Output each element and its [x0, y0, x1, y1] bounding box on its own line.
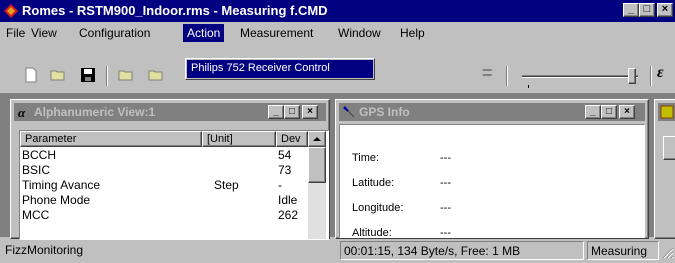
- toolbar-epsilon-icon[interactable]: ε: [657, 64, 664, 82]
- gps-maximize-button[interactable]: □: [601, 105, 617, 119]
- gps-longitude-value: ---: [440, 202, 451, 214]
- toolbar-separator: [506, 66, 508, 86]
- gps-minimize-button[interactable]: _: [585, 105, 601, 119]
- column-header-dev[interactable]: Dev: [276, 131, 308, 147]
- zoom-slider[interactable]: [520, 65, 642, 88]
- gps-info-window[interactable]: GPS Info _ □ × Time: --- Latitude: --- L…: [335, 99, 649, 239]
- menu-window[interactable]: Window: [338, 26, 381, 40]
- menu-view[interactable]: View: [31, 26, 57, 40]
- gps-longitude-label: Longitude:: [352, 202, 404, 214]
- toolbar-equals-icon[interactable]: =: [482, 63, 493, 84]
- menu-help[interactable]: Help: [400, 26, 425, 40]
- satellite-icon: [343, 106, 355, 118]
- open-workspace-icon[interactable]: [148, 67, 164, 83]
- toolbar-separator: [106, 66, 108, 86]
- alpha-view-icon: α: [18, 105, 26, 119]
- toolbar-separator: [650, 66, 652, 86]
- column-header-parameter[interactable]: Parameter: [20, 131, 202, 147]
- gps-time-value: ---: [440, 152, 451, 164]
- open-config-icon[interactable]: [118, 67, 134, 83]
- save-icon[interactable]: [80, 67, 96, 83]
- gps-time-label: Time:: [352, 152, 380, 164]
- row-value: -: [278, 178, 282, 192]
- new-document-icon[interactable]: [23, 67, 39, 83]
- row-parameter: Phone Mode: [22, 193, 91, 207]
- alpha-maximize-button[interactable]: □: [284, 105, 300, 119]
- close-button[interactable]: ×: [657, 3, 673, 17]
- svg-text:α: α: [18, 105, 26, 119]
- slider-thumb[interactable]: [628, 68, 636, 84]
- gps-latitude-label: Latitude:: [352, 177, 395, 189]
- row-parameter: Timing Avance: [22, 178, 101, 192]
- row-parameter: BSIC: [22, 163, 51, 177]
- row-value: Idle: [278, 193, 298, 207]
- scroll-thumb[interactable]: [308, 147, 326, 183]
- window-title: Romes - RSTM900_Indoor.rms - Measuring f…: [22, 3, 328, 18]
- maximize-button[interactable]: □: [639, 3, 655, 17]
- title-bar[interactable]: Romes - RSTM900_Indoor.rms - Measuring f…: [0, 0, 675, 22]
- resize-grip-icon[interactable]: [660, 245, 674, 259]
- menu-configuration[interactable]: Configuration: [79, 26, 150, 40]
- row-parameter: BCCH: [22, 148, 57, 162]
- alpha-close-button[interactable]: ×: [302, 105, 318, 119]
- column-header-unit[interactable]: [Unit]: [202, 131, 276, 147]
- menu-measurement[interactable]: Measurement: [240, 26, 313, 40]
- menu-file[interactable]: File: [6, 26, 25, 40]
- vertical-scrollbar[interactable]: [308, 131, 326, 239]
- partial-window-icon: [660, 105, 674, 119]
- partial-window[interactable]: [654, 99, 675, 239]
- alphanumeric-view-window[interactable]: α Alphanumeric View:1 _ □ × Parameter [U…: [10, 99, 330, 240]
- gps-latitude-value: ---: [440, 177, 451, 189]
- status-bar: FizzMonitoring 00:01:15, 134 Byte/s, Fre…: [0, 238, 675, 263]
- arrow-up-icon: [313, 137, 321, 141]
- gps-info-titlebar[interactable]: GPS Info _ □ ×: [339, 103, 645, 121]
- minimize-button[interactable]: _: [623, 3, 639, 17]
- partial-window-button[interactable]: [663, 136, 675, 160]
- menu-action[interactable]: Action: [183, 24, 225, 42]
- romes-app-icon[interactable]: [3, 3, 19, 19]
- row-value: 54: [278, 148, 292, 162]
- row-unit: Step: [214, 178, 239, 192]
- dropdown-item-philips-receiver-control[interactable]: Philips 752 Receiver Control: [187, 60, 373, 78]
- status-measuring: Measuring: [587, 241, 659, 260]
- row-value: 73: [278, 163, 292, 177]
- partial-window-titlebar[interactable]: [658, 103, 675, 121]
- gps-info-title: GPS Info: [359, 105, 410, 119]
- alphanumeric-view-titlebar[interactable]: α Alphanumeric View:1 _ □ ×: [14, 103, 326, 121]
- action-dropdown-menu: Philips 752 Receiver Control: [185, 58, 375, 80]
- open-folder-icon[interactable]: [50, 67, 66, 83]
- alphanumeric-table: Parameter [Unit] Dev BCCH 54 BSIC 73 Tim…: [19, 130, 329, 240]
- row-value: 262: [278, 208, 299, 222]
- mdi-client-area: α Alphanumeric View:1 _ □ × Parameter [U…: [0, 93, 675, 240]
- alpha-minimize-button[interactable]: _: [268, 105, 284, 119]
- gps-close-button[interactable]: ×: [619, 105, 635, 119]
- scroll-up-button[interactable]: [308, 131, 326, 147]
- status-transfer-info: 00:01:15, 134 Byte/s, Free: 1 MB: [340, 241, 584, 260]
- row-parameter: MCC: [22, 208, 50, 222]
- menu-bar: File View Configuration Action Measureme…: [0, 23, 675, 43]
- gps-info-panel: Time: --- Latitude: --- Longitude: --- A…: [339, 124, 645, 239]
- alphanumeric-view-title: Alphanumeric View:1: [34, 105, 156, 119]
- status-left: FizzMonitoring: [5, 243, 84, 257]
